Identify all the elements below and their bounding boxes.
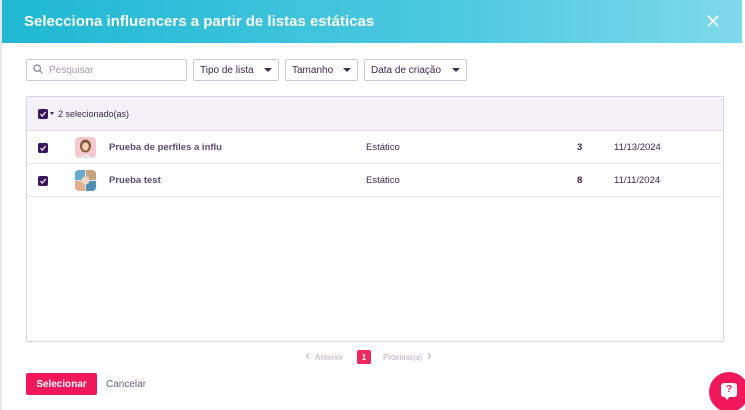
chevron-right-icon — [425, 352, 433, 362]
lists-table: 2 selecionado(as) Prueba de perfiles a i… — [26, 96, 724, 342]
chat-bubble-tail — [724, 396, 730, 400]
next-page-button[interactable]: Próximo(a) — [383, 352, 433, 362]
chevron-left-icon — [304, 352, 312, 362]
search-box — [26, 59, 187, 81]
list-date: 11/13/2024 — [614, 142, 661, 153]
created-date-dropdown[interactable]: Data de criação — [364, 59, 467, 81]
row-checkbox[interactable] — [38, 143, 48, 153]
chevron-down-icon — [343, 68, 352, 72]
list-count: 3 — [577, 142, 583, 153]
list-type: Estático — [366, 142, 400, 153]
selected-count: 2 selecionado(as) — [58, 108, 130, 119]
search-icon — [33, 61, 43, 79]
cancel-button[interactable]: Cancelar — [106, 373, 146, 395]
modal-header: Selecciona influencers a partir de lista… — [2, 0, 742, 43]
select-all-checkbox[interactable] — [38, 108, 48, 119]
list-name[interactable]: Prueba test — [109, 175, 161, 186]
list-date: 11/11/2024 — [614, 175, 661, 186]
list-type-dropdown[interactable]: Tipo de lista — [193, 59, 279, 81]
table-header: 2 selecionado(as) — [27, 97, 723, 131]
modal-title: Selecciona influencers a partir de lista… — [24, 13, 375, 30]
previous-page-button[interactable]: Anterior — [304, 352, 343, 362]
list-type: Estático — [366, 175, 400, 186]
list-count: 8 — [577, 175, 583, 186]
filter-bar: Tipo de lista Tamanho Data de criação — [26, 59, 467, 81]
previous-label: Anterior — [315, 352, 344, 362]
chevron-down-icon — [452, 68, 460, 72]
search-input[interactable] — [49, 64, 169, 76]
next-label: Próximo(a) — [383, 352, 423, 362]
select-influencers-modal: Selecciona influencers a partir de lista… — [2, 0, 742, 410]
row-checkbox[interactable] — [38, 176, 48, 186]
size-dropdown[interactable]: Tamanho — [285, 59, 358, 81]
size-label: Tamanho — [292, 64, 334, 76]
page-button-current[interactable]: 1 — [357, 350, 372, 364]
list-name[interactable]: Prueba de perfiles a influ — [109, 142, 222, 153]
chevron-down-icon[interactable] — [50, 112, 54, 115]
avatar — [75, 137, 96, 158]
help-chat-button[interactable]: ? — [709, 372, 745, 410]
table-row[interactable]: Prueba test Estático 8 11/11/2024 — [27, 164, 723, 197]
created-date-label: Data de criação — [371, 64, 442, 76]
list-type-label: Tipo de lista — [200, 64, 254, 76]
help-label: ? — [725, 384, 733, 395]
close-icon[interactable] — [704, 12, 722, 30]
select-button[interactable]: Selecionar — [26, 373, 97, 395]
chevron-down-icon — [264, 68, 272, 72]
table-row[interactable]: Prueba de perfiles a influ Estático 3 11… — [27, 131, 723, 164]
pagination: Anterior 1 Próximo(a) — [304, 350, 433, 364]
avatar — [75, 170, 96, 191]
